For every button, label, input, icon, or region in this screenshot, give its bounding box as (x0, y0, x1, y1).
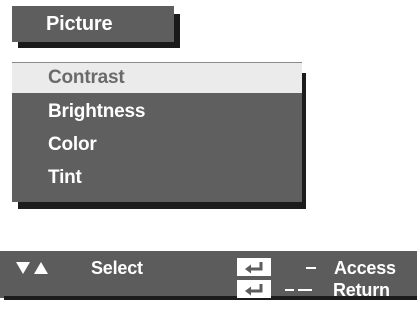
return-label: Return (333, 280, 390, 300)
enter-key-icon (237, 258, 271, 276)
select-label: Select (91, 258, 143, 278)
menu-item-contrast[interactable]: Contrast (12, 63, 302, 93)
enter-key-return-icon (237, 280, 271, 298)
access-dash (306, 267, 316, 269)
menu-item-color[interactable]: Color (12, 130, 302, 160)
menu-title: Picture (12, 6, 174, 42)
return-dash-2 (298, 289, 312, 291)
menu-item-tint[interactable]: Tint (12, 163, 302, 193)
access-label: Access (334, 258, 396, 278)
return-dash-1 (285, 289, 294, 291)
picture-menu: Contrast Brightness Color Tint (12, 62, 302, 202)
up-down-arrows-icon (16, 262, 48, 274)
menu-item-brightness[interactable]: Brightness (12, 97, 302, 127)
tv-osd-screen: Picture Contrast Brightness Color Tint S… (0, 0, 417, 316)
